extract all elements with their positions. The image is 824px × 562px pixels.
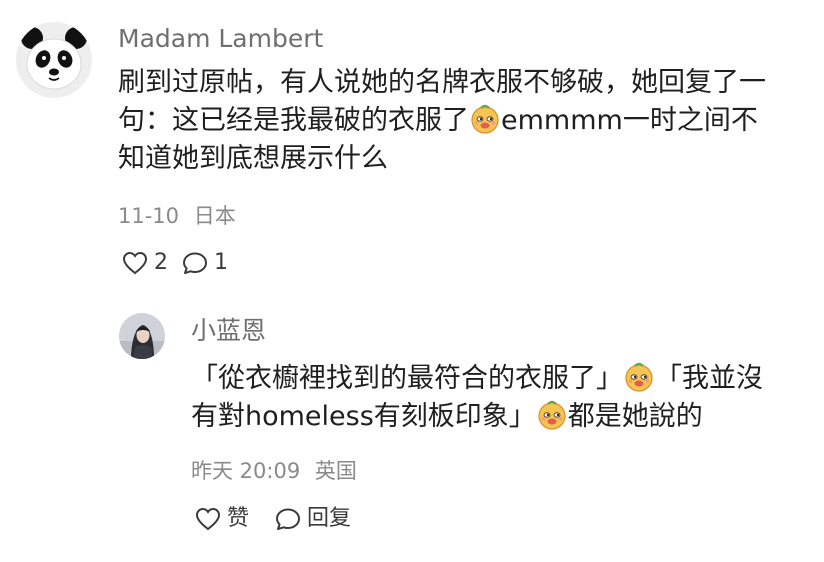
smirking-face-emoji-icon <box>625 362 653 392</box>
reply-text-line-2: 有對homeless有刻板印象」 都是她說的 <box>191 398 811 436</box>
reply-button[interactable]: 1 <box>182 250 228 276</box>
reply-like-button[interactable]: 赞 <box>195 506 249 532</box>
like-button[interactable]: 2 <box>122 250 168 276</box>
reply-text-segment: 有對homeless有刻板印象」 <box>191 401 536 432</box>
reply-location: 英国 <box>314 459 357 483</box>
comment-location: 日本 <box>193 204 236 228</box>
heart-icon <box>122 251 148 275</box>
comment-text-line-1: 刷到过原帖，有人说她的名牌衣服不够破，她回复了一 <box>118 67 766 98</box>
girl-portrait-avatar-icon <box>119 313 165 359</box>
reply-comment: 小蓝恩 「從衣櫥裡找到的最符合的衣服了」 「我並沒 有對homeless有刻板印… <box>0 290 824 562</box>
comment-text-segment: emmmm一时之间不 <box>501 105 758 136</box>
reply-count: 1 <box>214 250 228 275</box>
reply-text: 「從衣櫥裡找到的最符合的衣服了」 「我並沒 有對homeless有刻板印象」 都… <box>191 360 811 436</box>
speech-bubble-icon <box>276 508 301 530</box>
smirking-face-emoji-icon <box>471 104 499 134</box>
reply-text-segment: 「我並沒 <box>655 363 763 394</box>
commenter-avatar[interactable] <box>16 22 92 98</box>
replier-username[interactable]: 小蓝恩 <box>191 316 266 346</box>
speech-bubble-icon <box>183 252 207 274</box>
comment: Madam Lambert 刷到过原帖，有人说她的名牌衣服不够破，她回复了一 句… <box>0 0 824 290</box>
comment-text: 刷到过原帖，有人说她的名牌衣服不够破，她回复了一 句：这已经是我最破的衣服了 e… <box>118 64 808 178</box>
comment-text-line-3: 知道她到底想展示什么 <box>118 143 388 174</box>
reply-reply-label: 回复 <box>307 506 352 531</box>
comment-actions: 2 1 <box>122 250 228 276</box>
reply-meta: 昨天 20:09 英国 <box>191 458 357 484</box>
commenter-username[interactable]: Madam Lambert <box>118 24 323 54</box>
reply-text-segment: 都是她說的 <box>567 401 703 432</box>
comment-text-segment: 句：这已经是我最破的衣服了 <box>118 105 469 136</box>
reply-text-line-1: 「從衣櫥裡找到的最符合的衣服了」 「我並沒 <box>191 360 811 398</box>
heart-icon <box>195 507 221 531</box>
like-count: 2 <box>154 250 168 275</box>
replier-avatar[interactable] <box>119 313 165 359</box>
comment-text-line-2: 句：这已经是我最破的衣服了 emmmm一时之间不 <box>118 102 808 140</box>
reply-like-label: 赞 <box>227 506 250 531</box>
reply-reply-button[interactable]: 回复 <box>275 506 351 532</box>
reply-actions: 赞 回复 <box>195 506 351 532</box>
reply-text-segment: 「從衣櫥裡找到的最符合的衣服了」 <box>191 363 623 394</box>
panda-avatar-icon <box>16 22 92 98</box>
comment-date: 11-10 <box>118 204 180 228</box>
reply-date: 昨天 20:09 <box>191 459 301 483</box>
comment-meta: 11-10 日本 <box>118 203 236 229</box>
smirking-face-emoji-icon <box>538 400 566 430</box>
